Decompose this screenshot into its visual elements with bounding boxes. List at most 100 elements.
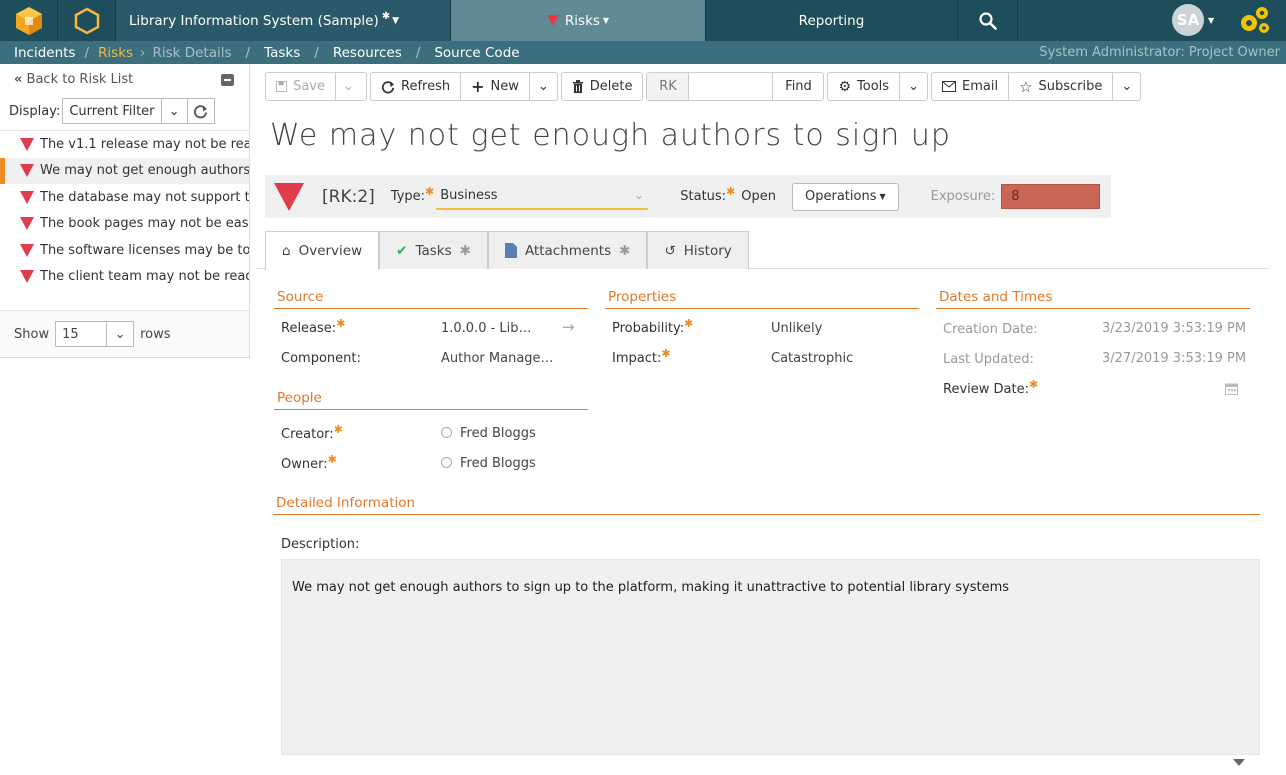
list-item-label: The book pages may not be easy to use <box>40 216 249 232</box>
tools-options-button[interactable]: ⌄ <box>900 73 927 100</box>
crumb-separator: / <box>84 44 90 61</box>
list-item[interactable]: The v1.1 release may not be ready <box>0 131 249 158</box>
refresh-list-button[interactable] <box>188 99 214 123</box>
creator-value[interactable]: Fred Bloggs <box>441 426 536 441</box>
tools-button[interactable]: ⚙ Tools <box>828 73 901 100</box>
caret-down-icon: ▼ <box>879 192 886 201</box>
chevron-down-icon[interactable]: ⌄ <box>162 99 188 123</box>
checkmark-icon: ✔ <box>396 242 408 259</box>
crumb-incidents[interactable]: Incidents <box>14 45 75 61</box>
new-options-button[interactable]: ⌄ <box>530 73 557 100</box>
risk-icon <box>20 217 34 231</box>
chevron-right-icon: › <box>140 44 146 61</box>
nav-risks[interactable]: Risks ▼ <box>451 0 706 41</box>
component-value[interactable]: Author Manage… <box>441 351 554 366</box>
rows-select[interactable]: 15 ⌄ <box>55 321 135 347</box>
subscribe-options-button[interactable]: ⌄ <box>1113 73 1140 100</box>
chevron-down-icon[interactable]: ⌄ <box>107 322 133 346</box>
new-button[interactable]: + New <box>461 73 530 100</box>
list-item[interactable]: The client team may not be ready <box>0 264 249 291</box>
tab-history-label: History <box>683 242 732 259</box>
filter-select[interactable]: Current Filter ⌄ <box>62 98 215 124</box>
crumb-separator: / <box>245 44 251 61</box>
people-heading: People <box>274 390 588 410</box>
project-name: Library Information System (Sample) <box>129 12 379 29</box>
crumb-source-code[interactable]: Source Code <box>434 45 519 61</box>
app-logo[interactable] <box>0 0 58 41</box>
user-menu[interactable]: SA ▼ <box>1172 4 1214 36</box>
crumb-resources[interactable]: Resources <box>333 45 402 61</box>
tab-tasks[interactable]: ✔ Tasks ✱ <box>379 231 488 269</box>
save-options-button[interactable]: ⌄ <box>336 73 366 100</box>
tab-overview[interactable]: ⌂ Overview <box>265 231 380 270</box>
owner-value[interactable]: Fred Bloggs <box>441 456 536 471</box>
list-item[interactable]: The database may not support the load <box>0 184 249 211</box>
probability-value[interactable]: Unlikely <box>771 321 822 336</box>
show-label: Show <box>14 326 50 342</box>
detailed-info-heading: Detailed Information <box>273 495 1260 515</box>
refresh-icon <box>194 104 208 118</box>
list-item[interactable]: The software licenses may be too costly <box>0 237 249 264</box>
refresh-icon <box>381 80 395 93</box>
document-icon <box>504 243 517 258</box>
user-status-icon <box>441 457 452 468</box>
search-button[interactable] <box>958 0 1018 41</box>
project-selector[interactable]: Library Information System (Sample) ✱ ▼ <box>116 0 451 41</box>
list-item-label: The client team may not be ready <box>40 269 249 285</box>
email-button[interactable]: Email <box>932 73 1010 100</box>
new-label: New <box>490 79 519 94</box>
tab-attachments[interactable]: Attachments ✱ <box>487 231 648 269</box>
admin-settings-button[interactable] <box>1238 4 1272 40</box>
top-navigation: Library Information System (Sample) ✱ ▼ … <box>0 0 1286 41</box>
gear-small-icon: ✱ <box>381 11 391 22</box>
description-editor[interactable]: We may not get enough authors to sign up… <box>281 559 1260 755</box>
impact-value[interactable]: Catastrophic <box>771 351 853 366</box>
release-value[interactable]: 1.0.0.0 - Lib… <box>441 321 532 336</box>
risk-icon <box>20 243 34 257</box>
component-label: Component: <box>281 351 361 366</box>
review-date-input[interactable] <box>1100 378 1242 402</box>
find-id-input[interactable] <box>689 73 774 100</box>
risk-icon <box>20 270 34 284</box>
creation-date-label: Creation Date: <box>943 322 1038 337</box>
delete-button[interactable]: Delete <box>560 72 644 101</box>
subscribe-button[interactable]: ☆ Subscribe <box>1009 73 1114 100</box>
search-icon <box>978 11 997 30</box>
list-item-selected[interactable]: We may not get enough authors to sign up <box>0 157 249 184</box>
collapse-panel-button[interactable] <box>221 74 234 86</box>
subscribe-label: Subscribe <box>1038 79 1103 94</box>
floppy-icon <box>276 80 288 93</box>
tab-history[interactable]: ↺ History <box>647 231 749 269</box>
crumb-risks[interactable]: Risks <box>98 45 133 61</box>
scroll-down-icon[interactable] <box>1233 759 1245 766</box>
nav-reporting-label: Reporting <box>798 12 865 29</box>
arrow-right-icon[interactable]: → <box>562 318 575 336</box>
refresh-button[interactable]: Refresh <box>371 73 462 100</box>
trash-icon <box>572 80 583 93</box>
nav-reporting[interactable]: Reporting <box>706 0 958 41</box>
display-label: Display: <box>9 103 61 119</box>
id-prefix: RK <box>647 73 690 100</box>
impact-label: Impact:✱ <box>612 347 671 366</box>
risk-icon <box>20 137 34 151</box>
type-value: Business <box>440 188 498 203</box>
save-label: Save <box>293 79 325 94</box>
description-label: Description: <box>281 537 360 552</box>
rows-label: rows <box>140 326 171 342</box>
list-item-label: The software licenses may be too costly <box>40 242 249 258</box>
portfolio-button[interactable] <box>58 0 116 41</box>
back-to-list-link[interactable]: « Back to Risk List <box>14 72 133 87</box>
operations-button[interactable]: Operations ▼ <box>792 182 899 211</box>
find-button[interactable]: Find <box>773 73 823 100</box>
save-button[interactable]: Save <box>266 73 336 100</box>
type-select[interactable]: Business ⌄ <box>436 184 649 210</box>
tools-label: Tools <box>857 79 890 94</box>
owner-label: Owner:✱ <box>281 453 337 472</box>
refresh-label: Refresh <box>401 79 451 94</box>
calendar-icon[interactable] <box>1225 382 1238 395</box>
crumb-tasks[interactable]: Tasks <box>264 45 300 61</box>
list-item[interactable]: The book pages may not be easy to use <box>0 211 249 238</box>
envelope-icon <box>941 81 956 92</box>
history-icon: ↺ <box>664 242 676 259</box>
chevron-down-icon: ⌄ <box>633 188 645 203</box>
